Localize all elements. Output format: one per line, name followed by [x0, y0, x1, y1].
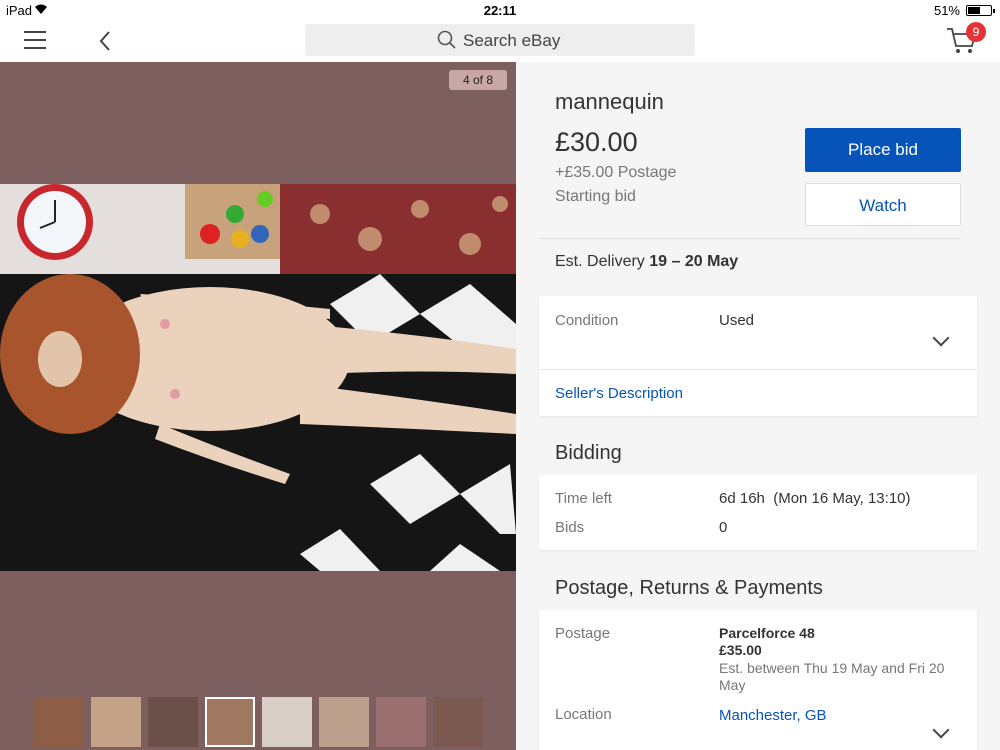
place-bid-button[interactable]: Place bid	[805, 128, 961, 172]
price: £30.00	[555, 127, 638, 157]
postage-heading: Postage, Returns & Payments	[555, 577, 823, 599]
status-bar: iPad 22:11 51%	[0, 0, 1000, 20]
time-left-label: Time left	[555, 490, 612, 507]
search-bar[interactable]: Search eBay	[305, 24, 695, 56]
delivery-label: Est. Delivery	[555, 253, 645, 270]
postage-cost-value: £35.00	[719, 642, 762, 658]
postage-label: Postage	[555, 625, 611, 642]
chevron-down-icon[interactable]	[932, 329, 950, 347]
watch-button[interactable]: Watch	[805, 183, 961, 226]
cart-button[interactable]: 9	[946, 22, 986, 56]
bids-label: Bids	[555, 519, 585, 536]
listing-title: mannequin	[555, 89, 664, 114]
postage-service: Parcelforce 48	[719, 625, 815, 641]
delivery-dates: 19 – 20 May	[649, 253, 739, 270]
thumbnail-2[interactable]	[91, 697, 141, 747]
card-divider	[539, 369, 977, 370]
item-details-card: Condition Used Seller's Description	[539, 296, 977, 416]
estimated-delivery: Est. Delivery 19 – 20 May	[555, 253, 738, 271]
back-icon[interactable]	[98, 29, 112, 53]
battery-icon	[966, 5, 995, 16]
listing-details: mannequin £30.00 +£35.00 Postage Startin…	[516, 62, 1000, 750]
divider	[539, 238, 961, 239]
image-gallery[interactable]: 4 of 8	[0, 62, 516, 750]
bids-value: 0	[719, 519, 728, 536]
location-label: Location	[555, 706, 612, 723]
location-value[interactable]: Manchester, GB	[719, 707, 827, 724]
battery-percent: 51%	[933, 3, 960, 18]
menu-icon[interactable]	[24, 31, 46, 49]
postage-cost: +£35.00 Postage	[555, 164, 677, 181]
search-icon	[437, 30, 456, 49]
thumbnail-4[interactable]	[205, 697, 255, 747]
image-counter: 4 of 8	[449, 70, 507, 90]
condition-value: Used	[719, 312, 755, 329]
bidding-heading: Bidding	[555, 442, 622, 464]
chevron-down-icon[interactable]	[932, 721, 950, 739]
postage-card: Postage Parcelforce 48 £35.00 Est. betwe…	[539, 610, 977, 750]
price-type: Starting bid	[555, 188, 636, 205]
cart-badge: 9	[966, 22, 986, 42]
thumbnail-1[interactable]	[34, 697, 84, 747]
postage-estimate: Est. between Thu 19 May and Fri 20 May	[719, 660, 945, 693]
seller-description-link[interactable]: Seller's Description	[555, 385, 683, 402]
thumbnail-6[interactable]	[319, 697, 369, 747]
time-left-value: 6d 16h (Mon 16 May, 13:10)	[719, 490, 911, 507]
bidding-card: Time left 6d 16h (Mon 16 May, 13:10) Bid…	[539, 475, 977, 550]
search-placeholder: Search eBay	[463, 31, 561, 50]
thumbnail-5[interactable]	[262, 697, 312, 747]
thumbnail-8[interactable]	[433, 697, 483, 747]
condition-label: Condition	[555, 312, 619, 329]
thumbnail-7[interactable]	[376, 697, 426, 747]
clock: 22:11	[483, 3, 517, 18]
product-photo[interactable]	[0, 184, 516, 571]
app-header: Search eBay 9	[0, 20, 1000, 62]
thumbnail-3[interactable]	[148, 697, 198, 747]
